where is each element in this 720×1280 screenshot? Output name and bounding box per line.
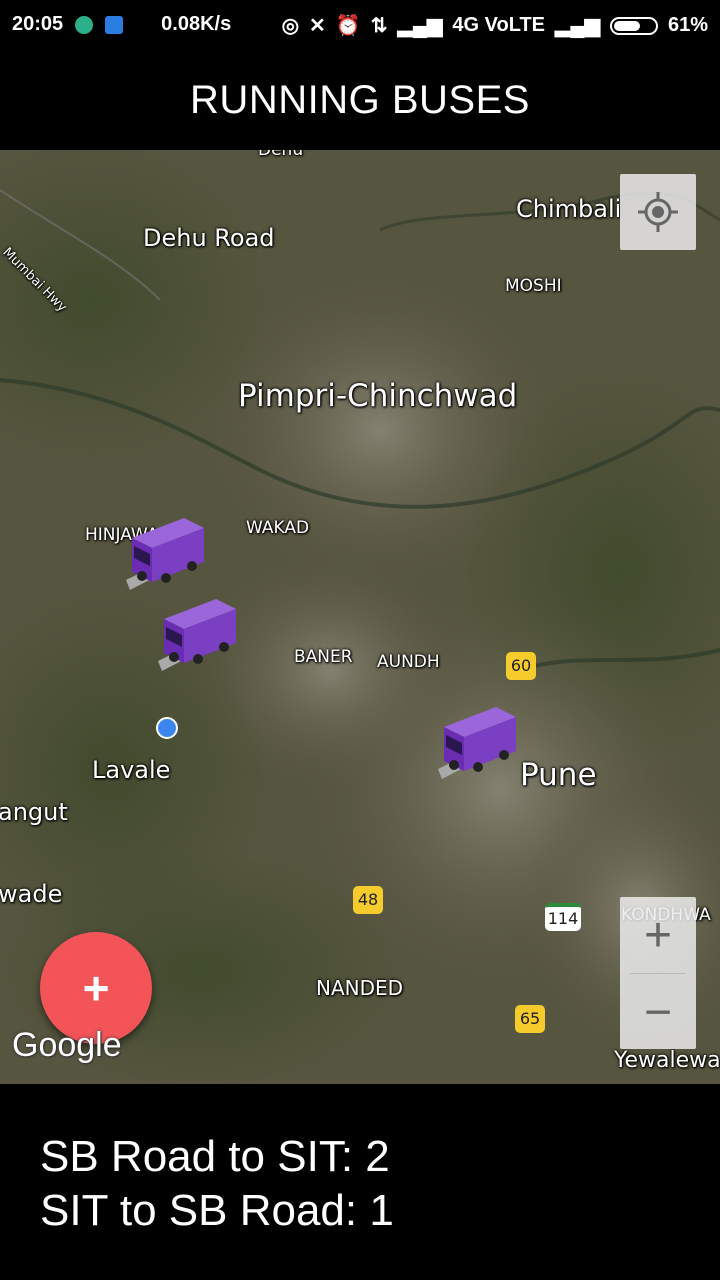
map-label-dehu-road: Dehu Road xyxy=(143,224,275,252)
highway-shield-60: 60 xyxy=(506,652,536,680)
map-label-moshi: MOSHI xyxy=(505,276,562,296)
route-summary-panel: SB Road to SIT: 2 SIT to SB Road: 1 xyxy=(0,1084,720,1280)
map-label-pimpri-chinchwad: Pimpri-Chinchwad xyxy=(238,378,518,414)
map-label-angut: angut xyxy=(0,798,68,826)
map-label-aundh: AUNDH xyxy=(377,652,440,672)
hotspot-icon: ◎ xyxy=(281,15,300,37)
network-speed: 0.08K/s xyxy=(161,13,232,35)
page-title: RUNNING BUSES xyxy=(190,78,530,122)
battery-icon xyxy=(609,16,658,35)
route-count-sb-to-sit: SB Road to SIT: 2 xyxy=(40,1132,390,1181)
bus-marker-icon[interactable] xyxy=(434,707,518,787)
map-label-wakad: WAKAD xyxy=(246,518,310,538)
signal-icon-2: ▂▄▆ xyxy=(555,15,600,37)
app-bar: RUNNING BUSES xyxy=(0,50,720,150)
my-location-dot xyxy=(156,717,178,739)
data-arrows-icon: ⇅ xyxy=(370,15,388,37)
status-time: 20:05 xyxy=(12,13,64,35)
alarm-icon: ⏰ xyxy=(335,15,361,37)
status-bar: 20:05 0.08K/s ◎ ✕ ⏰ ⇅ ▂▄▆ 4G VoLTE ▂▄▆ 6… xyxy=(0,0,720,50)
bus-marker-icon[interactable] xyxy=(154,599,238,679)
map-label-dehu: Dehu xyxy=(258,150,304,160)
android-icon xyxy=(75,15,94,34)
bus-marker-icon[interactable] xyxy=(122,518,206,598)
app-notification-icon xyxy=(105,15,124,34)
map-label-nanded: NANDED xyxy=(316,976,404,1000)
vibrate-off-icon: ✕ xyxy=(309,15,326,37)
my-location-button[interactable] xyxy=(620,174,696,250)
map-label-baner: BANER xyxy=(294,647,353,667)
route-count-sit-to-sb: SIT to SB Road: 1 xyxy=(40,1186,394,1235)
battery-percent: 61% xyxy=(667,14,708,36)
crosshair-icon xyxy=(638,192,678,232)
google-attribution-logo[interactable]: Google xyxy=(12,1026,122,1065)
map-label-pune: Pune xyxy=(520,757,597,793)
map-label-chimbali: Chimbali xyxy=(516,195,622,223)
zoom-in-button[interactable]: + xyxy=(620,897,696,973)
map-label-wade: wade xyxy=(0,880,63,908)
zoom-out-button[interactable]: − xyxy=(620,974,696,1050)
highway-shield-114: 114 xyxy=(545,903,581,931)
map-label-yewalewa: Yewalewa xyxy=(614,1048,720,1073)
map-label-lavale: Lavale xyxy=(92,756,171,784)
map-view[interactable]: Dehu Mumbai Hwy Dehu Road Chimbali MOSHI… xyxy=(0,150,720,1084)
highway-shield-48: 48 xyxy=(353,886,383,914)
network-type: 4G VoLTE xyxy=(452,14,546,36)
highway-shield-65: 65 xyxy=(515,1005,545,1033)
signal-icon: ▂▄▆ xyxy=(397,15,443,37)
zoom-controls: + − xyxy=(620,897,696,1049)
